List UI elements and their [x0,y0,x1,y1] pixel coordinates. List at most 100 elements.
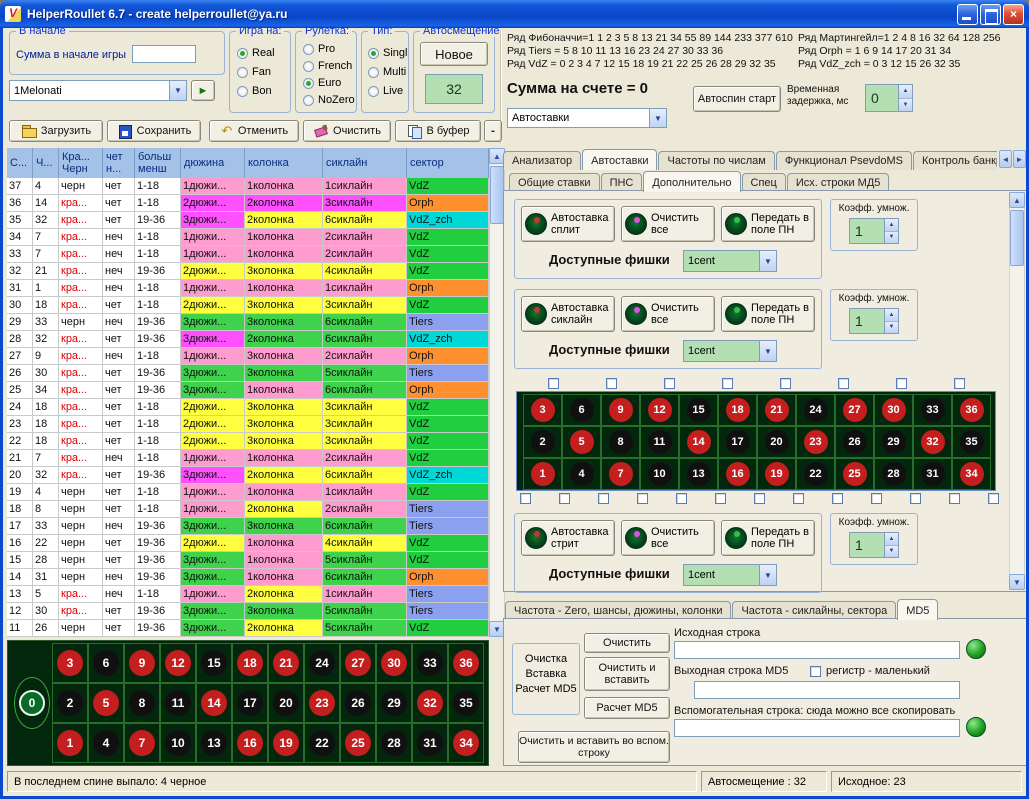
register-checkbox[interactable] [810,666,821,677]
radio-live[interactable]: Live [368,83,407,99]
board-number-25[interactable]: 25 [345,730,371,756]
spinner-arrows-icon[interactable]: ▲▼ [884,309,898,333]
radio-multi[interactable]: Multi [368,64,407,80]
md5-clear-button[interactable]: Очистить [584,633,670,653]
board-number-10[interactable]: 10 [165,730,191,756]
board-number-34[interactable]: 34 [453,730,479,756]
bet-checkbox[interactable] [559,493,570,504]
profile-combo[interactable]: 1Melonati ▼ [9,80,187,101]
chips-combo[interactable]: 1cent▼ [683,250,777,272]
board-number-22[interactable]: 22 [804,462,828,486]
board-number-20[interactable]: 20 [765,430,789,454]
board-number-7[interactable]: 7 [129,730,155,756]
bet-checkbox[interactable] [949,493,960,504]
radio-pro[interactable]: Pro [303,41,355,57]
board-number-29[interactable]: 29 [882,430,906,454]
board-number-4[interactable]: 4 [570,462,594,486]
board-number-17[interactable]: 17 [237,690,263,716]
coef-spinner[interactable]: 1▲▼ [849,532,899,558]
bet-checkbox[interactable] [598,493,609,504]
spin-row[interactable]: 1126чернчет19-363дюжи...2колонка5сиклайн… [7,620,489,637]
spin-row[interactable]: 1230кра...чет19-363дюжи...3колонка5сикла… [7,603,489,620]
board-number-11[interactable]: 11 [648,430,672,454]
main-tab-1[interactable]: Анализатор [503,151,581,170]
board-number-35[interactable]: 35 [960,430,984,454]
radio-real[interactable]: Real [237,45,275,61]
bet-checkbox[interactable] [793,493,804,504]
board-number-16[interactable]: 16 [726,462,750,486]
radio-euro[interactable]: Euro [303,75,355,91]
spin-row[interactable]: 2630кра...чет19-363дюжи...3колонка5сикла… [7,365,489,382]
board-number-29[interactable]: 29 [381,690,407,716]
spin-row[interactable]: 1622чернчет19-362дюжи...1колонка4сиклайн… [7,535,489,552]
board-number-6[interactable]: 6 [570,398,594,422]
board-number-6[interactable]: 6 [93,650,119,676]
board-number-30[interactable]: 30 [882,398,906,422]
board-number-9[interactable]: 9 [609,398,633,422]
md5-clear-paste-button[interactable]: Очистить и вставить [584,657,670,691]
board-number-5[interactable]: 5 [570,430,594,454]
board-number-26[interactable]: 26 [345,690,371,716]
board-number-18[interactable]: 18 [237,650,263,676]
board-number-12[interactable]: 12 [165,650,191,676]
board-number-0[interactable]: 0 [19,690,45,716]
bet-checkbox[interactable] [676,493,687,504]
main-tab-5[interactable]: Контроль банкрол... [913,151,997,170]
buffer-button[interactable]: В буфер [395,120,481,142]
board-number-1[interactable]: 1 [57,730,83,756]
new-shift-button[interactable]: Новое [420,42,488,66]
spin-row[interactable]: 337кра...неч1-181дюжи...1колонка2сиклайн… [7,246,489,263]
spin-row[interactable]: 2534кра...чет19-363дюжи...1колонка6сикла… [7,382,489,399]
board-number-23[interactable]: 23 [309,690,335,716]
table-scrollbar-thumb[interactable] [490,166,504,224]
spin-row[interactable]: 3221кра...неч19-362дюжи...3колонка4сикла… [7,263,489,280]
spin-row[interactable]: 347кра...неч1-181дюжи...1колонка2сиклайн… [7,229,489,246]
board-number-12[interactable]: 12 [648,398,672,422]
autobets-combo[interactable]: Автоставки ▼ [507,108,667,128]
spin-row[interactable]: 135кра...неч1-181дюжи...2колонка1сиклайн… [7,586,489,603]
board-number-18[interactable]: 18 [726,398,750,422]
spinner-arrows-icon[interactable]: ▲▼ [884,533,898,557]
spin-row[interactable]: 374чернчет1-181дюжи...1колонка1сиклайнVd… [7,178,489,195]
autospin-start-button[interactable]: Автоспин старт [693,86,781,112]
chips-combo[interactable]: 1cent▼ [683,564,777,586]
board-number-13[interactable]: 13 [201,730,227,756]
board-number-36[interactable]: 36 [960,398,984,422]
radio-french[interactable]: French [303,58,355,74]
md5-aux-input[interactable] [674,719,960,737]
minus-button[interactable]: - [484,120,502,142]
spin-row[interactable]: 1431черннеч19-363дюжи...1колонка6сиклайн… [7,569,489,586]
md5-source-ball-button[interactable] [966,639,986,659]
board-number-15[interactable]: 15 [687,398,711,422]
spin-row[interactable]: 3614кра...чет1-182дюжи...2колонка3сиклай… [7,195,489,212]
bet-checkbox[interactable] [832,493,843,504]
board-number-31[interactable]: 31 [921,462,945,486]
panel-scrollbar-thumb[interactable] [1010,210,1024,266]
autobet-button[interactable]: Автоставка сплит [521,206,615,242]
spin-row[interactable]: 3018кра...чет1-182дюжи...3колонка3сиклай… [7,297,489,314]
board-number-33[interactable]: 33 [417,650,443,676]
board-number-23[interactable]: 23 [804,430,828,454]
board-number-31[interactable]: 31 [417,730,443,756]
md5-clear-paste-aux-button[interactable]: Очистить и вставить во вспом. строку [518,731,670,763]
board-number-27[interactable]: 27 [843,398,867,422]
autobet-button[interactable]: Автоставка стрит [521,520,615,556]
chips-combo[interactable]: 1cent▼ [683,340,777,362]
board-number-34[interactable]: 34 [960,462,984,486]
board-number-14[interactable]: 14 [687,430,711,454]
board-number-16[interactable]: 16 [237,730,263,756]
coef-spinner[interactable]: 1▲▼ [849,218,899,244]
maximize-button[interactable] [980,4,1001,25]
spin-row[interactable]: 2832кра...чет19-363дюжи...2колонка6сикла… [7,331,489,348]
radio-bon[interactable]: Bon [237,83,275,99]
board-number-8[interactable]: 8 [129,690,155,716]
tabs-scroll-left-button[interactable]: ◄ [999,150,1012,168]
board-number-32[interactable]: 32 [921,430,945,454]
board-number-27[interactable]: 27 [345,650,371,676]
board-number-19[interactable]: 19 [765,462,789,486]
spinner-arrows-icon[interactable]: ▲▼ [898,85,912,111]
board-number-25[interactable]: 25 [843,462,867,486]
board-number-2[interactable]: 2 [531,430,555,454]
sub-tab-3[interactable]: Дополнительно [643,171,740,192]
radio-fan[interactable]: Fan [237,64,275,80]
